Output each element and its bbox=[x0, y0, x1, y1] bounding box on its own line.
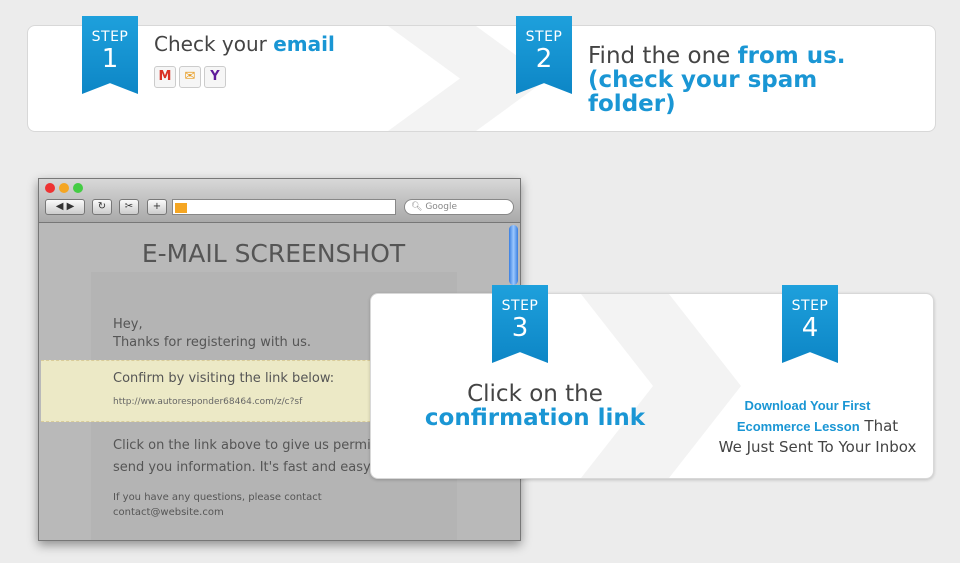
gmail-icon[interactable]: M bbox=[154, 66, 176, 88]
step-4-text: Download Your First Ecommerce Lesson Tha… bbox=[718, 398, 917, 456]
step-2-ribbon: STEP 2 bbox=[516, 16, 572, 94]
snippet-icon[interactable]: ✂ bbox=[119, 199, 139, 215]
browser-toolbar: ◀ ▶ ↻ ✂ + 🔍︎ Google bbox=[39, 179, 520, 223]
yahoo-icon[interactable]: Y bbox=[204, 66, 226, 88]
search-icon: 🔍︎ bbox=[411, 202, 423, 212]
maximize-icon[interactable] bbox=[73, 183, 83, 193]
email-providers: M ✉ Y bbox=[154, 65, 229, 88]
scrollbar[interactable] bbox=[509, 225, 518, 285]
close-icon[interactable] bbox=[45, 183, 55, 193]
step-3-ribbon: STEP 3 bbox=[492, 285, 548, 363]
mail-icon[interactable]: ✉ bbox=[179, 66, 201, 88]
add-tab-icon[interactable]: + bbox=[147, 199, 167, 215]
back-forward-button[interactable]: ◀ ▶ bbox=[45, 199, 85, 215]
step-1-text: Check your email bbox=[154, 32, 335, 56]
step-4-ribbon: STEP 4 bbox=[782, 285, 838, 363]
step-1-ribbon: STEP 1 bbox=[82, 16, 138, 94]
step-3-text: Click on the confirmation link bbox=[424, 381, 646, 431]
address-bar[interactable] bbox=[172, 199, 396, 215]
step-2-text: Find the one from us. (check your spam f… bbox=[588, 43, 846, 117]
folder-icon bbox=[175, 203, 187, 213]
reload-icon[interactable]: ↻ bbox=[92, 199, 112, 215]
email-title: E-MAIL SCREENSHOT bbox=[141, 239, 406, 268]
minimize-icon[interactable] bbox=[59, 183, 69, 193]
confirm-link[interactable]: http://ww.autoresponder68464.com/z/c?sf bbox=[113, 397, 302, 407]
search-input[interactable]: 🔍︎ Google bbox=[404, 199, 514, 215]
